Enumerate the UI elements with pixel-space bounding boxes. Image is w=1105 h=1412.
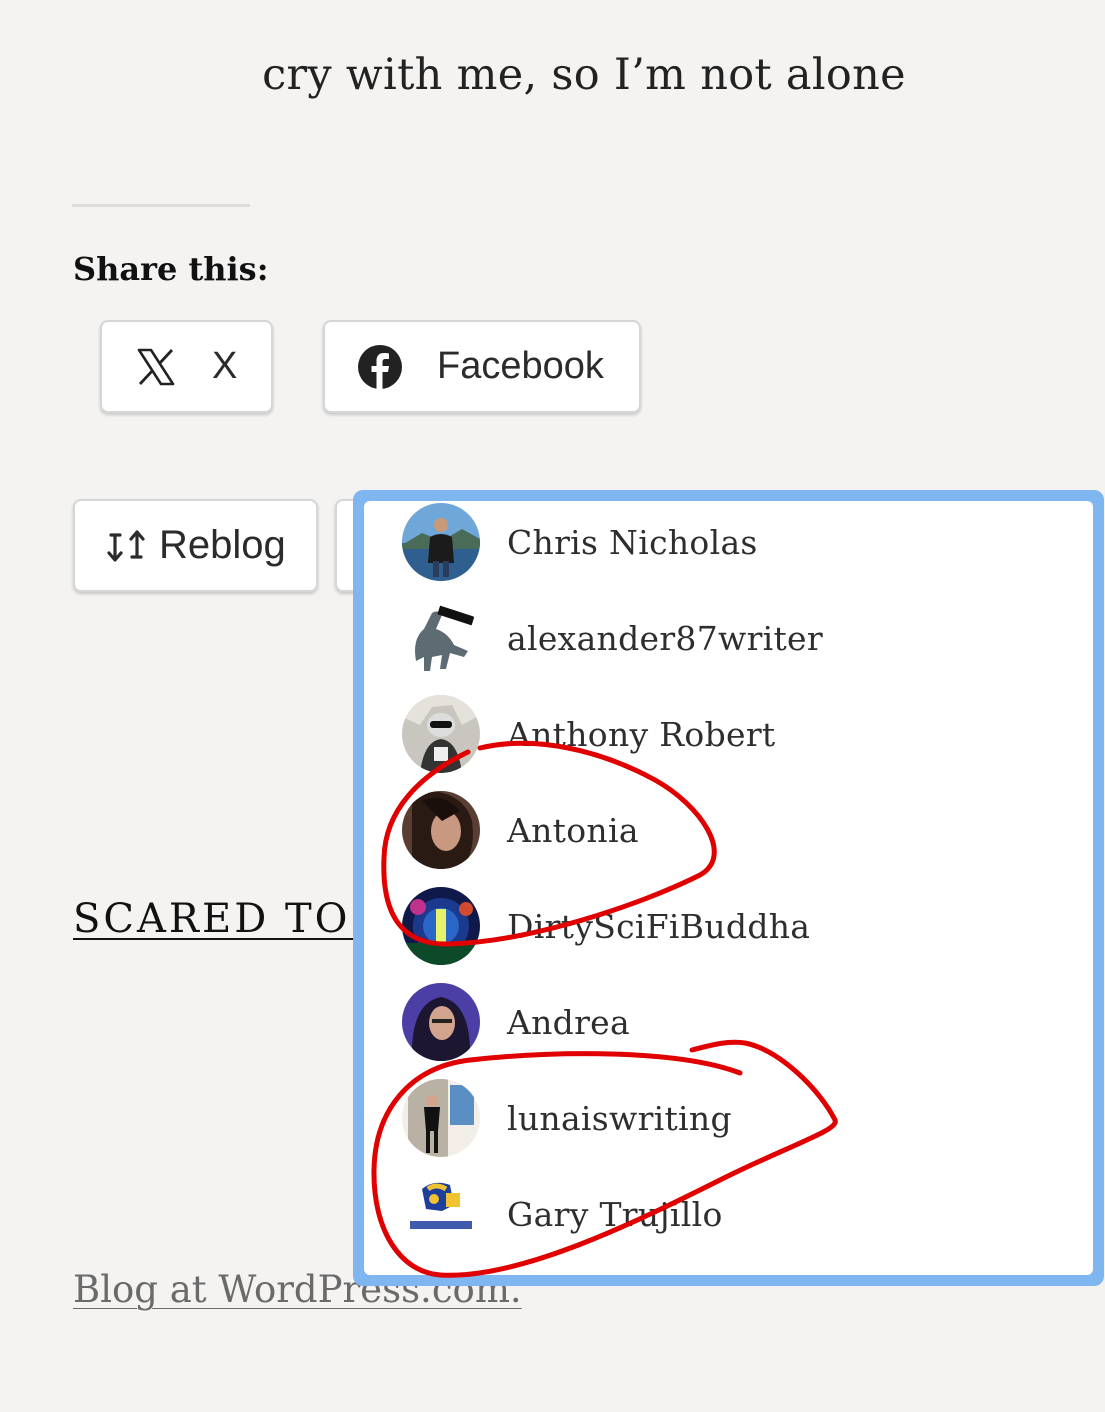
liker-row[interactable]: alexander87writer [364,590,1093,686]
facebook-icon [357,344,403,390]
liker-row[interactable]: Gary Trujillo [364,1166,1093,1262]
avatar [402,887,480,965]
liker-row[interactable]: Anthony Robert [364,686,1093,782]
liker-row[interactable]: lunaiswriting [364,1070,1093,1166]
reblog-icon [105,525,147,567]
avatar [402,791,480,869]
avatar [402,599,480,677]
share-x-label: X [212,345,238,387]
liker-name: alexander87writer [507,618,823,658]
liker-row[interactable]: Andrea [364,974,1093,1070]
avatar [402,1079,480,1157]
avatar [402,1175,480,1253]
liker-name: Anthony Robert [507,714,776,754]
avatar [402,695,480,773]
likers-popup: Chris Nicholas alexander87writer Anthony… [353,490,1104,1286]
liker-name: Chris Nicholas [507,522,758,562]
likers-list: Chris Nicholas alexander87writer Anthony… [364,501,1093,1275]
post-last-line: cry with me, so I’m not alone [262,50,906,100]
liker-row[interactable]: Antonia [364,782,1093,878]
share-heading: Share this: [73,250,269,288]
reblog-button[interactable]: Reblog [73,499,318,592]
share-facebook-button[interactable]: Facebook [323,320,641,413]
avatar [402,503,480,581]
liker-row[interactable]: Chris Nicholas [364,501,1093,590]
avatar [402,983,480,1061]
share-facebook-label: Facebook [437,345,604,387]
liker-name: lunaiswriting [507,1098,732,1138]
liker-name: Andrea [507,1002,630,1042]
liker-row[interactable]: DirtySciFiBuddha [364,878,1093,974]
separator [72,204,250,207]
liker-name: Antonia [507,810,639,850]
x-logo-icon [136,347,176,387]
reblog-label: Reblog [159,523,286,567]
liker-name: DirtySciFiBuddha [507,906,811,946]
liker-name: Gary Trujillo [507,1194,723,1234]
share-x-button[interactable]: X [100,320,273,413]
